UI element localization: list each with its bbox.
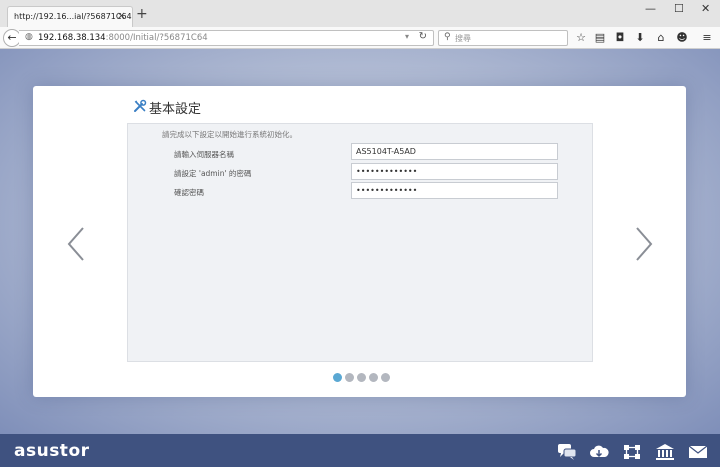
url-text[interactable]: 192.168.38.134:8000/Initial/?56871C64 [38,33,208,43]
tab-close-icon[interactable]: × [117,10,126,22]
footer-bar: asustor [0,434,720,467]
reload-icon[interactable]: ↻ [419,31,427,42]
cloud-download-icon[interactable] [589,443,609,461]
search-icon: ⚲ [444,32,451,42]
browser-tab[interactable]: http://192.16...ial/?56871C64 × [7,6,133,27]
confirm-password-input[interactable] [351,182,558,199]
minimize-icon[interactable]: — [645,3,656,15]
previous-arrow-icon[interactable] [65,226,87,262]
page-title: 基本設定 [149,102,202,117]
url-path: :8000/Initial/?56871C64 [105,33,208,43]
chat-icon[interactable] [557,443,577,461]
window-close-icon[interactable]: ✕ [701,3,710,15]
step-dot[interactable] [381,373,390,382]
site-info-icon[interactable]: ◍ [25,32,33,42]
mail-icon[interactable] [688,443,708,461]
maximize-icon[interactable]: ☐ [674,3,684,15]
server-name-label: 請輸入伺服器名稱 [174,150,234,159]
tab-title: http://192.16...ial/?56871C64 [14,12,132,21]
page-background: 基本設定 請完成以下設定以開始進行系統初始化。 請輸入伺服器名稱 請設定 'ad… [0,49,720,434]
menu-icon[interactable]: ≡ [700,31,714,44]
search-placeholder: 搜尋 [455,34,471,43]
step-dot[interactable] [369,373,378,382]
emoji-icon[interactable]: ☻ [675,31,689,44]
server-name-input[interactable] [351,143,558,160]
search-bar[interactable]: ⚲ 搜尋 [438,30,568,46]
asustor-logo: asustor [14,441,90,461]
confirm-password-label: 確認密碼 [174,188,204,197]
step-dot[interactable] [345,373,354,382]
tools-icon [134,99,147,112]
step-indicator [333,373,393,383]
step-dot[interactable] [357,373,366,382]
navigation-bar: ← ◍ 192.168.38.134:8000/Initial/?56871C6… [0,27,720,49]
step-dot[interactable] [333,373,342,382]
next-arrow-icon[interactable] [633,226,655,262]
bank-icon[interactable] [655,443,675,461]
url-bar[interactable]: ◍ 192.168.38.134:8000/Initial/?56871C64 … [19,30,434,46]
url-host: 192.168.38.134 [38,33,106,43]
reading-list-icon[interactable]: ▤ [593,31,607,44]
home-icon[interactable]: ⌂ [654,31,668,44]
download-icon[interactable]: ⬇ [633,31,647,44]
wizard-card: 基本設定 請完成以下設定以開始進行系統初始化。 請輸入伺服器名稱 請設定 'ad… [33,86,686,397]
url-dropdown-icon[interactable]: ▾ [405,32,409,41]
admin-password-label: 請設定 'admin' 的密碼 [174,169,252,178]
intro-text: 請完成以下設定以開始進行系統初始化。 [162,130,297,139]
back-arrow-icon: ← [7,31,17,44]
pocket-icon[interactable]: ◘ [613,31,627,44]
settings-panel: 請完成以下設定以開始進行系統初始化。 請輸入伺服器名稱 請設定 'admin' … [127,123,593,362]
bookmark-star-icon[interactable]: ☆ [574,31,588,44]
tab-bar: http://192.16...ial/?56871C64 × + — ☐ ✕ [0,0,720,27]
new-tab-icon[interactable]: + [136,7,148,21]
admin-password-input[interactable] [351,163,558,180]
network-icon[interactable] [622,443,642,461]
